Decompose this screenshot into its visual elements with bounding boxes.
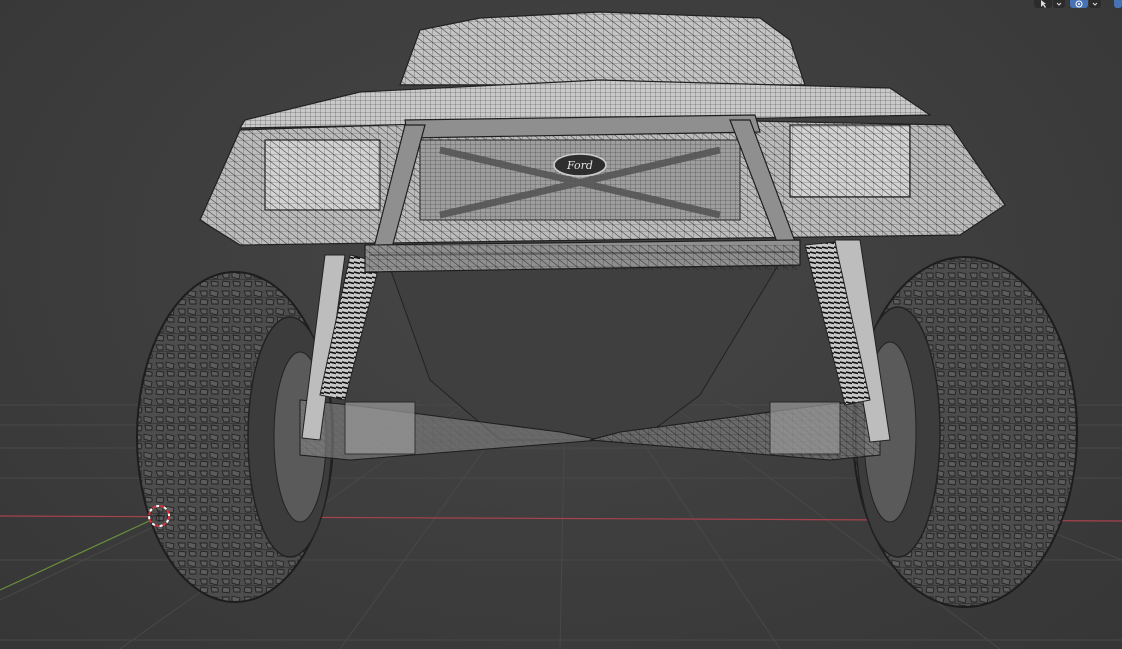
overlays-toggle[interactable] [1070,0,1088,8]
chevron-down-icon [1092,2,1098,6]
shading-tools [1114,0,1122,8]
3d-viewport[interactable]: Ford [0,0,1122,649]
selection-tools [1034,0,1065,8]
select-mode-dropdown[interactable] [1053,0,1065,8]
shading-toggle[interactable] [1114,0,1122,8]
overlay-tools [1070,0,1101,8]
y-axis-line [0,515,161,591]
select-tool-button[interactable] [1034,0,1052,8]
cursor-select-icon [1041,0,1046,8]
overlays-icon [1075,0,1083,8]
viewport-scene: Ford [0,11,1122,649]
overlays-dropdown[interactable] [1089,0,1101,8]
chevron-down-icon [1056,2,1062,6]
svg-text:Ford: Ford [566,159,593,172]
ford-emblem: Ford [553,153,607,177]
